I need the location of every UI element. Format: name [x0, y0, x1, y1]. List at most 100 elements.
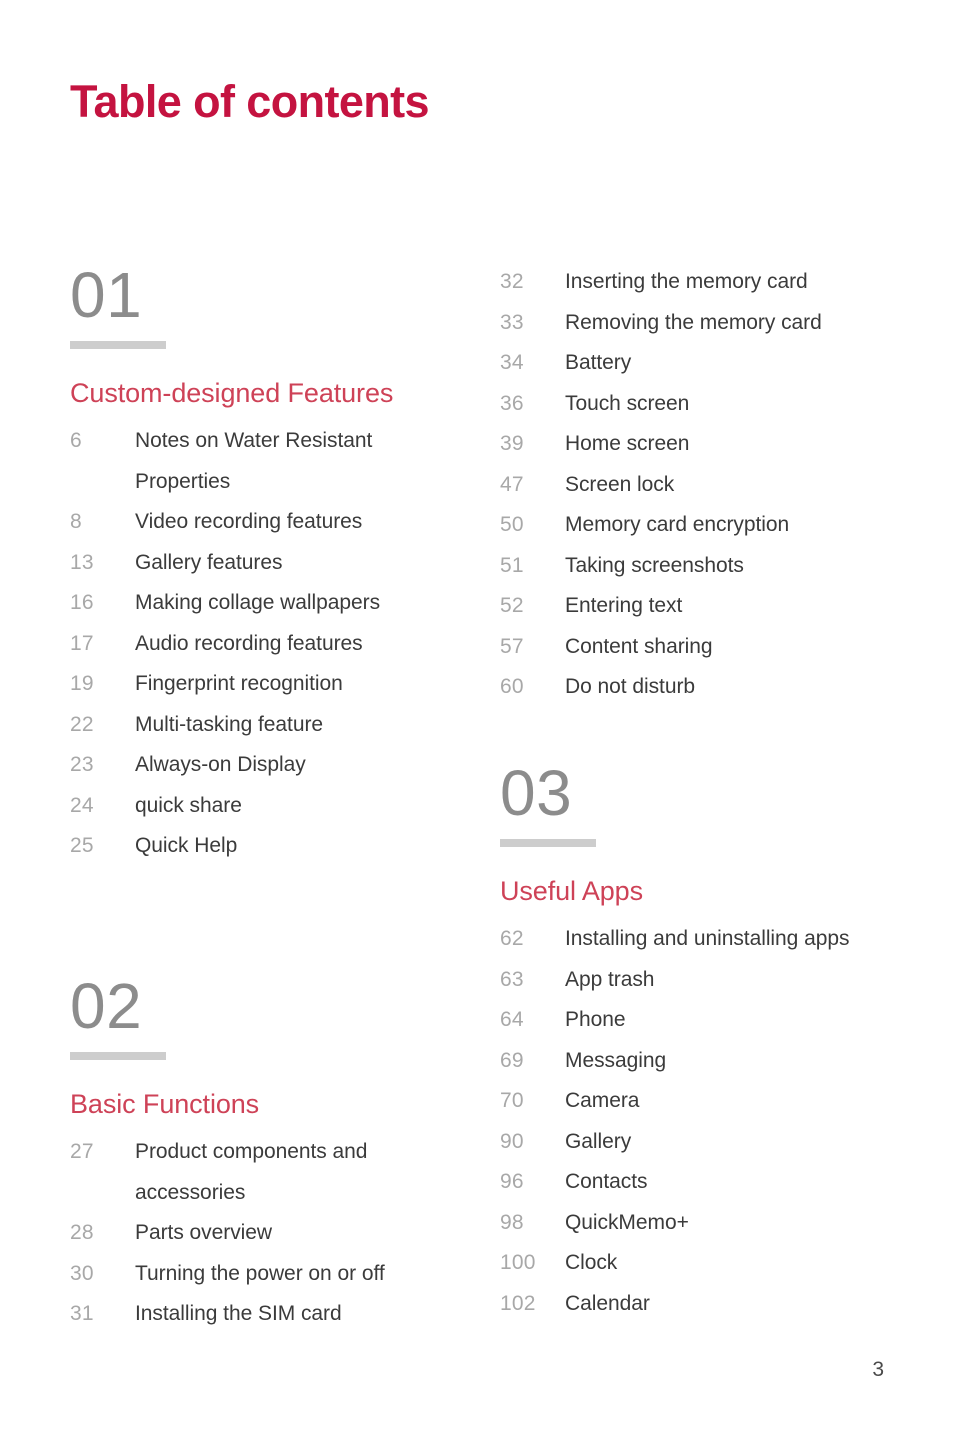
toc-entry[interactable]: 100 Clock [500, 1243, 900, 1284]
section-heading-02: Basic Functions [70, 1089, 260, 1119]
toc-entry-label: Making collage wallpapers [135, 591, 381, 614]
toc-entry-page: 24 [70, 793, 94, 817]
toc-entry-page: 31 [70, 1302, 94, 1325]
toc-entry-page: 62 [500, 927, 524, 950]
toc-entry-page: 16 [70, 591, 94, 614]
toc-entry-label: Installing the SIM card [135, 1302, 342, 1325]
toc-entry-label: Fingerprint recognition [135, 672, 343, 695]
toc-entry[interactable]: 8 Video recording features [70, 502, 470, 543]
section-block-03: 03 Useful Apps 62 Installing and uninsta… [500, 760, 900, 1324]
toc-entry-label: Taking screenshots [565, 553, 744, 577]
toc-entry-page: 6 [70, 429, 82, 452]
toc-entry-page: 100 [500, 1251, 536, 1274]
section-continuation-02: 32 Inserting the memory card 33 Removing… [500, 262, 900, 708]
toc-entry[interactable]: 17 Audio recording features [70, 624, 470, 665]
toc-entry[interactable]: 60 Do not disturb [500, 667, 900, 708]
toc-entry[interactable]: 57 Content sharing [500, 627, 900, 668]
toc-entry-page: 64 [500, 1008, 524, 1031]
toc-entry-page: 90 [500, 1129, 524, 1153]
toc-entry-label: Gallery [565, 1129, 632, 1153]
toc-entry-page: 57 [500, 634, 524, 658]
toc-entry-page: 25 [70, 834, 94, 857]
toc-entry[interactable]: 63 App trash [500, 960, 900, 1001]
toc-entry-page: 69 [500, 1048, 524, 1072]
section-block-02: 02 Basic Functions 27 Product components… [70, 973, 470, 1335]
toc-entry[interactable]: 13 Gallery features [70, 543, 470, 584]
toc-columns: 01 Custom-designed Features 6 Notes on W… [0, 0, 954, 1431]
toc-page: Table of contents 01 Custom-designed Fea… [0, 0, 954, 1431]
toc-entry-page: 34 [500, 351, 524, 374]
toc-entry[interactable]: 70 Camera [500, 1081, 900, 1122]
section-heading-01: Custom-designed Features [70, 378, 394, 408]
toc-entry[interactable]: 50 Memory card encryption [500, 505, 900, 546]
section-heading-03: Useful Apps [500, 876, 643, 906]
toc-entry[interactable]: 23 Always-on Display [70, 745, 470, 786]
toc-entry[interactable]: 62 Installing and uninstalling apps [500, 919, 900, 960]
toc-entry-page: 36 [500, 391, 524, 415]
toc-entry[interactable]: 39 Home screen [500, 424, 900, 465]
toc-entry[interactable]: 69 Messaging [500, 1041, 900, 1082]
toc-entry[interactable]: 32 Inserting the memory card [500, 262, 900, 303]
toc-entry[interactable]: 30 Turning the power on or off [70, 1254, 470, 1295]
toc-entry[interactable]: 64 Phone [500, 1000, 900, 1041]
toc-entry-label: Phone [565, 1008, 626, 1031]
toc-entry[interactable]: 98 QuickMemo+ [500, 1203, 900, 1244]
toc-entry[interactable]: 90 Gallery [500, 1122, 900, 1163]
toc-entry[interactable]: 28 Parts overview [70, 1213, 470, 1254]
toc-list-02-continued: 32 Inserting the memory card 33 Removing… [500, 262, 900, 708]
toc-entry-label: Content sharing [565, 634, 713, 658]
toc-entry-page: 8 [70, 510, 82, 533]
toc-entry-page: 17 [70, 631, 94, 655]
toc-entry[interactable]: 47 Screen lock [500, 465, 900, 506]
toc-entry-page: 102 [500, 1291, 536, 1315]
toc-entry-page: 47 [500, 472, 524, 496]
toc-entry[interactable]: 102 Calendar [500, 1284, 900, 1325]
section-rule-02 [70, 1052, 166, 1060]
toc-entry-label: Inserting the memory card [565, 270, 808, 293]
toc-entry-label: Parts overview [135, 1221, 273, 1244]
toc-entry[interactable]: 36 Touch screen [500, 384, 900, 425]
toc-entry-page: 98 [500, 1210, 524, 1234]
section-block-01: 01 Custom-designed Features 6 Notes on W… [70, 262, 470, 867]
toc-entry-page: 39 [500, 432, 524, 455]
toc-entry-label: Turning the power on or off [135, 1261, 385, 1285]
toc-list-01: 6 Notes on Water Resistant Properties 8 … [70, 421, 470, 867]
toc-entry-page: 63 [500, 967, 524, 991]
toc-entry[interactable]: 25 Quick Help [70, 826, 470, 867]
toc-entry[interactable]: 24 quick share [70, 786, 470, 827]
page-folio-number: 3 [872, 1358, 884, 1381]
toc-entry[interactable]: 22 Multi-tasking feature [70, 705, 470, 746]
toc-entry-page: 60 [500, 675, 524, 698]
toc-entry-page: 33 [500, 310, 524, 334]
toc-entry[interactable]: 52 Entering text [500, 586, 900, 627]
toc-entry-page: 32 [500, 270, 524, 293]
toc-entry-page: 50 [500, 513, 524, 536]
toc-entry[interactable]: 33 Removing the memory card [500, 303, 900, 344]
toc-entry[interactable]: 96 Contacts [500, 1162, 900, 1203]
toc-entry-label: quick share [135, 793, 242, 817]
toc-entry[interactable]: 19 Fingerprint recognition [70, 664, 470, 705]
toc-entry-page: 22 [70, 712, 94, 736]
toc-entry[interactable]: 16 Making collage wallpapers [70, 583, 470, 624]
toc-entry[interactable]: 34 Battery [500, 343, 900, 384]
toc-entry-page: 27 [70, 1140, 94, 1163]
toc-entry-label: QuickMemo+ [565, 1210, 689, 1234]
toc-entry-label: Entering text [565, 594, 683, 617]
toc-list-02: 27 Product components and accessories 28… [70, 1132, 470, 1335]
toc-entry-label: Do not disturb [565, 675, 696, 698]
toc-entry-page: 70 [500, 1089, 524, 1112]
toc-entry[interactable]: 51 Taking screenshots [500, 546, 900, 587]
toc-entry-label: Contacts [565, 1170, 648, 1193]
toc-entry-label: Product components and accessories [135, 1140, 368, 1204]
toc-entry-label: Notes on Water Resistant Properties [135, 429, 373, 493]
toc-entry-page: 96 [500, 1170, 524, 1193]
section-rule-03 [500, 839, 596, 847]
toc-entry-label: Touch screen [565, 391, 690, 415]
toc-entry-page: 19 [70, 672, 94, 695]
toc-entry-label: Quick Help [135, 834, 238, 857]
toc-entry-label: Screen lock [565, 472, 675, 496]
toc-entry[interactable]: 6 Notes on Water Resistant Properties [70, 421, 470, 502]
toc-entry-label: Always-on Display [135, 753, 306, 776]
toc-entry[interactable]: 31 Installing the SIM card [70, 1294, 470, 1335]
toc-entry[interactable]: 27 Product components and accessories [70, 1132, 470, 1213]
